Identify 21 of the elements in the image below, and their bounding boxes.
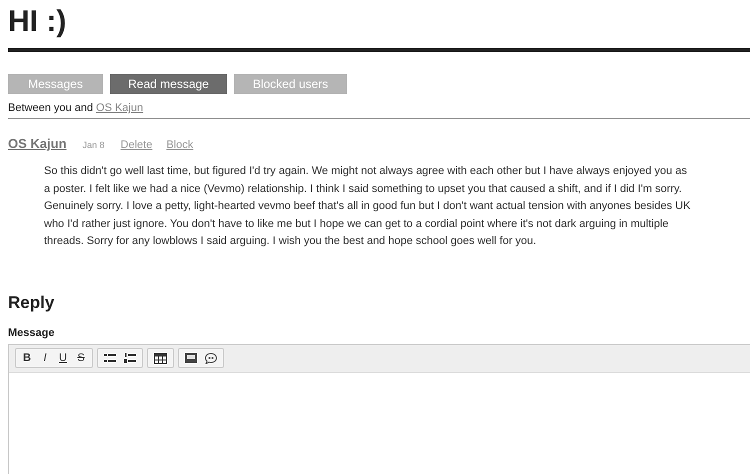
author-link[interactable]: OS Kajun — [8, 136, 67, 151]
image-icon[interactable] — [185, 353, 197, 364]
format-button[interactable]: I — [37, 352, 53, 364]
editor-field[interactable]: B I U S — [8, 344, 750, 474]
field-label: Message — [8, 326, 56, 339]
table-icon[interactable] — [154, 352, 167, 364]
conversation-label: Between you and — [8, 102, 94, 114]
format-button[interactable]: B — [19, 352, 35, 364]
message-body: So this didn't go well last time, but figured I'd try again. We might not always agree with each other but I have always enjoyed you as a poster. I felt like we had a nice (Vevmo) relationship. I think I said something to upset you that caused a shift, and if I did I'm sorry. Genuinely sorry. I love a petty, light-hearted vevmo beef that's all in good fun but I don't want actual tension with anyones besides UK who I'd rather just ignore. You don't have to like me but I hope we can get to a cordial point where it's not dark arguing in multiple threads. Sorry for any lowblows I said arguing. I wish you the best and hope school goes well for you. — [44, 164, 692, 250]
format-button[interactable]: U — [55, 352, 71, 364]
action-link[interactable]: Block — [166, 139, 194, 151]
message-date: Jan 8 — [82, 140, 105, 150]
quote-icon[interactable] — [205, 352, 217, 364]
user-link[interactable]: OS Kajun — [96, 102, 144, 114]
tab[interactable]: Read message — [110, 74, 227, 94]
action-link[interactable]: Delete — [120, 139, 152, 151]
reply-heading: Reply — [8, 292, 54, 313]
numbered-list-icon[interactable] — [124, 353, 136, 364]
bullet-list-icon[interactable] — [104, 353, 116, 364]
page-title: HI :) — [8, 4, 66, 40]
format-button[interactable]: S — [73, 352, 89, 364]
